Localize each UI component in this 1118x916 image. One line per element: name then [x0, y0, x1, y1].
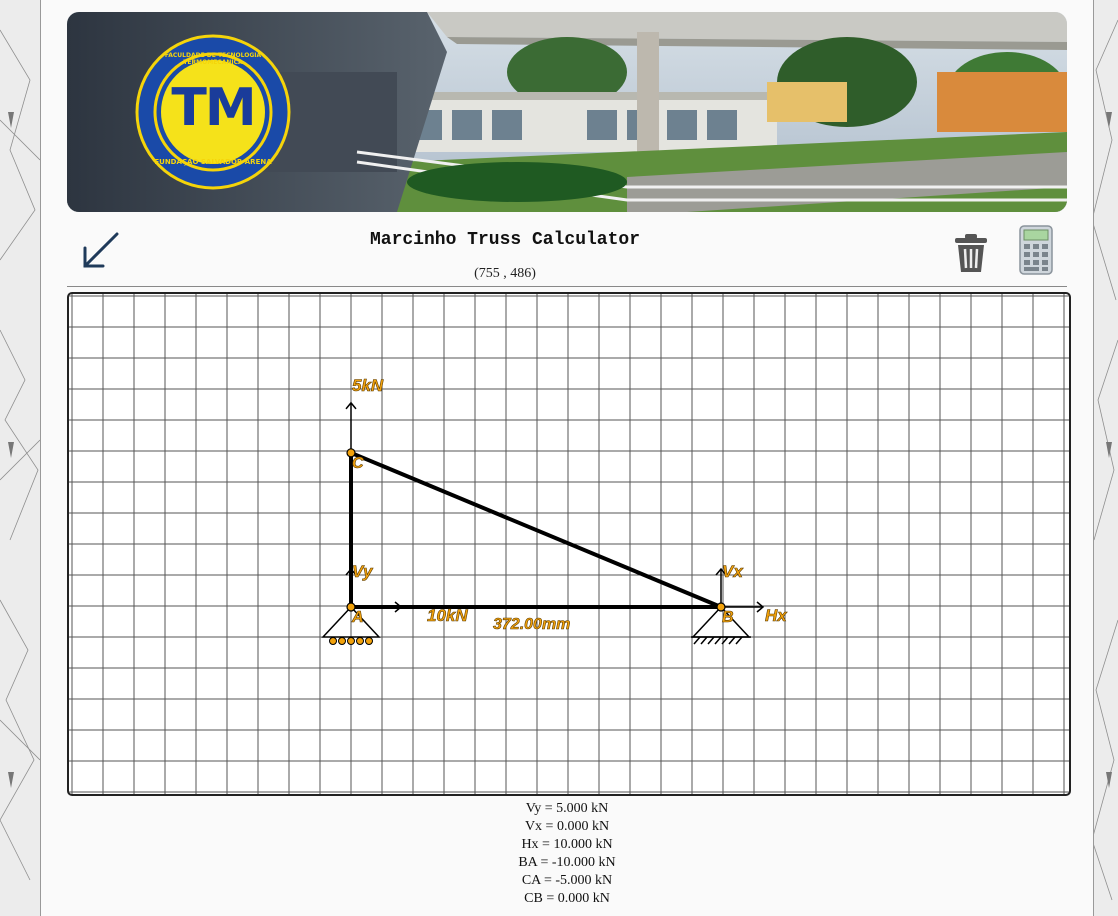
result-cb: CB = 0.000 kN: [524, 891, 610, 906]
calculator-icon: [1019, 225, 1053, 275]
logo-ring-text-bottom: FUNDAÇÃO SALVADOR ARENA: [154, 158, 272, 166]
roller-wheel-A: [365, 637, 373, 645]
truss-canvas[interactable]: 5kN 10kN Vy Vx Hx A B C 372.00mm: [67, 292, 1071, 796]
ground-hatch-B: [728, 636, 736, 645]
logo-ring-text-top: FACULDADE DE TECNOLOGIA TERMOMECANICA: [164, 52, 262, 66]
calculate-button[interactable]: [1016, 224, 1056, 276]
arrow-down-left-icon: [83, 232, 119, 268]
load-label-C: 5kN: [352, 376, 384, 395]
roller-wheel-A: [338, 637, 346, 645]
result-ca: CA = -5.000 kN: [521, 873, 613, 888]
roller-wheel-A: [356, 637, 364, 645]
right-decorative-background: [1091, 0, 1118, 916]
ground-hatch-B: [735, 636, 743, 645]
logo-text-layer: TM FACULDADE DE TECNOLOGIA TERMOMECANICA…: [137, 36, 289, 188]
member-CB: [350, 450, 722, 609]
header-divider: [67, 286, 1067, 287]
truss-drawing[interactable]: 5kN 10kN Vy Vx Hx A B C 372.00mm: [69, 294, 1069, 794]
load-label-A: 10kN: [427, 606, 468, 625]
roller-wheel-A: [347, 637, 355, 645]
node-label-C: C: [352, 455, 364, 472]
result-vx: Vx = 0.000 kN: [524, 819, 610, 834]
ground-hatch-B: [700, 636, 708, 645]
logo-monogram: TM: [171, 78, 256, 138]
result-hx: Hx = 10.000 kN: [521, 837, 613, 852]
cursor-coordinates: (755 , 486): [474, 266, 536, 281]
back-button[interactable]: [77, 226, 123, 272]
reaction-label-Vx: Vx: [722, 562, 744, 581]
left-decorative-background: [0, 0, 41, 916]
roller-wheel-A: [329, 637, 337, 645]
reaction-label-Hx: Hx: [765, 606, 788, 625]
results-panel: Vy = 5.000 kN Vx = 0.000 kN Hx = 10.000 …: [41, 800, 1093, 908]
result-ba: BA = -10.000 kN: [518, 855, 616, 870]
ground-hatch-B: [714, 636, 722, 645]
campus-banner: TM FACULDADE DE TECNOLOGIA TERMOMECANICA…: [67, 12, 1067, 212]
ground-hatch-B: [693, 636, 701, 645]
app-page: TM FACULDADE DE TECNOLOGIA TERMOMECANICA…: [40, 0, 1094, 916]
ground-hatch-B: [707, 636, 715, 645]
result-vy: Vy = 5.000 kN: [525, 801, 609, 816]
node-label-A: A: [351, 609, 364, 626]
trash-icon: [955, 234, 987, 272]
dimension-label: 372.00mm: [493, 616, 570, 633]
node-label-B: B: [722, 609, 734, 626]
load-arrow-C: [345, 401, 357, 453]
clear-button[interactable]: [951, 232, 991, 274]
reaction-label-Vy: Vy: [352, 562, 374, 581]
page-title: Marcinho Truss Calculator: [369, 230, 641, 250]
